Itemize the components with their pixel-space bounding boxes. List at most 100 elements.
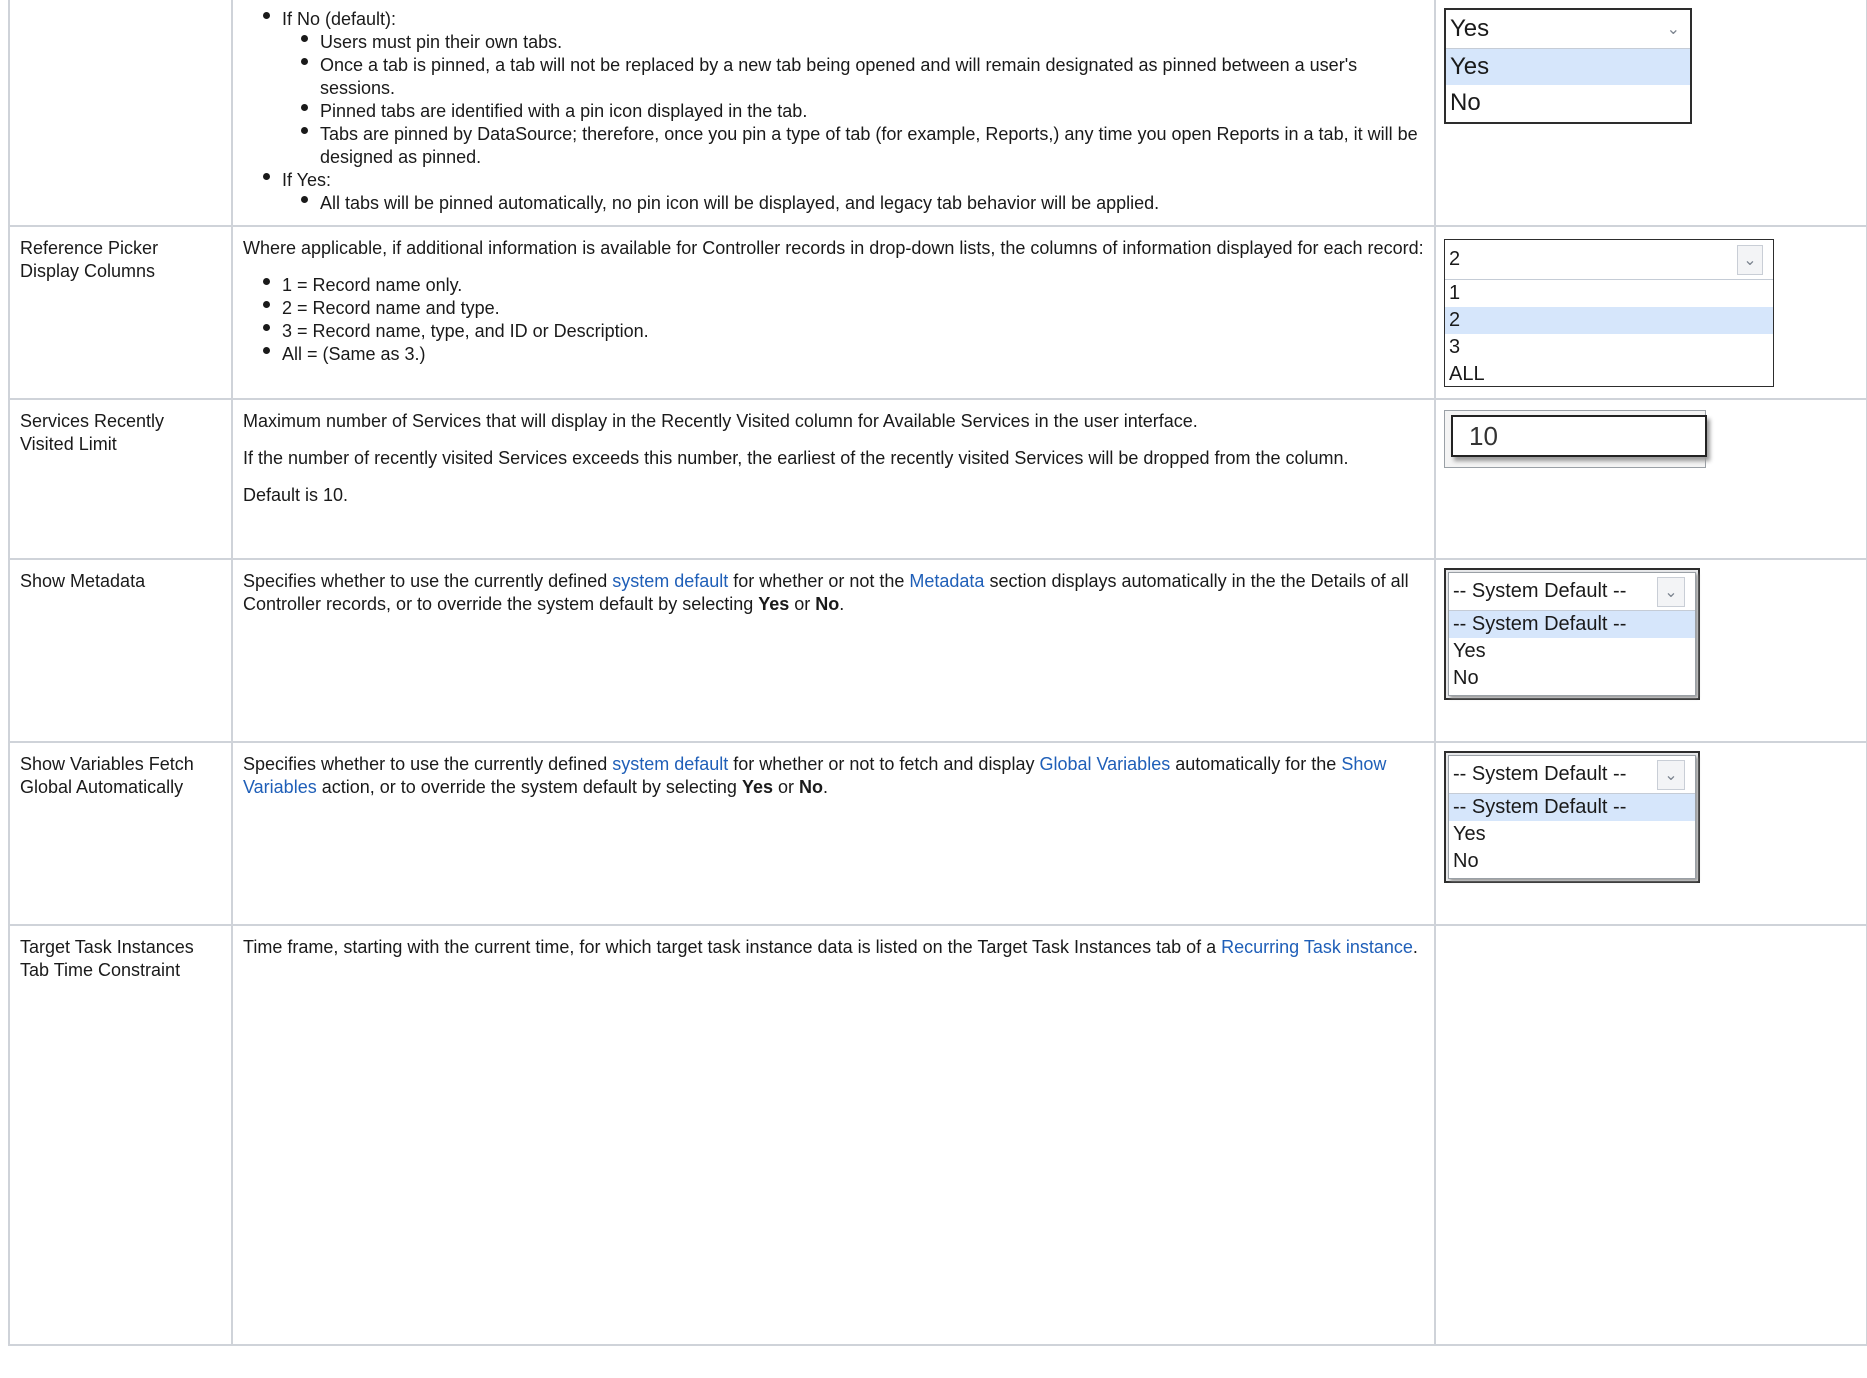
description-text: Default is 10. [243,485,349,505]
dropdown-option[interactable]: ALL [1445,361,1773,388]
dropdown-selected[interactable]: -- System Default -- ⌄ [1449,756,1695,794]
selected-value: Yes [1450,15,1490,42]
limit-input-image: 10 [1444,410,1707,468]
table-row: Reference Picker Display Columns Where a… [8,225,1867,400]
bold-text: Yes [741,777,773,797]
dropdown-option[interactable]: No [1449,665,1695,692]
chevron-down-icon: ⌄ [1657,576,1685,607]
table-row: Services Recently Visited Limit Maximum … [8,398,1867,560]
table-row: Show Metadata Specifies whether to use t… [8,558,1867,743]
property-description-cell: Time frame, starting with the current ti… [231,924,1436,1346]
list-item: Tabs are pinned by DataSource; therefore… [301,123,1424,169]
dropdown-selected[interactable]: -- System Default -- ⌄ [1449,573,1695,611]
dropdown-selected[interactable]: 2 ⌄ [1445,240,1773,280]
property-name-cell: Services Recently Visited Limit [8,398,233,560]
dropdown-selected[interactable]: Yes ⌄ [1446,10,1690,49]
chevron-down-icon: ⌄ [1657,759,1685,790]
property-description-cell: If No (default): Users must pin their ow… [231,0,1436,227]
list-item: All = (Same as 3.) [263,343,1424,366]
property-name: Target Task Instances Tab Time Constrain… [20,937,194,980]
display-columns-dropdown[interactable]: 2 ⌄ 1 2 3 ALL [1444,239,1774,387]
dropdown-option[interactable]: No [1449,848,1695,875]
text-run: or [789,594,816,614]
property-image-cell: Yes ⌄ Yes No [1434,0,1867,227]
list-item: Pinned tabs are identified with a pin ic… [301,100,1424,123]
system-default-link[interactable]: system default [612,571,728,591]
selected-value: -- System Default -- [1453,763,1627,785]
tabs-pinned-dropdown[interactable]: Yes ⌄ Yes No [1444,8,1692,124]
system-default-link[interactable]: system default [612,754,728,774]
property-name-cell: Show Metadata [8,558,233,743]
property-name: Reference Picker Display Columns [20,238,159,281]
selected-value: -- System Default -- [1453,580,1627,602]
text-run: for whether or not to fetch and display [728,754,1040,774]
dropdown-option[interactable]: 3 [1445,334,1773,361]
list-item: 2 = Record name and type. [263,297,1424,320]
dropdown-option[interactable]: Yes [1449,821,1695,848]
property-name: Show Metadata [20,571,146,591]
property-name-cell: Show Variables Fetch Global Automaticall… [8,741,233,926]
dropdown-option[interactable]: -- System Default -- [1449,611,1695,638]
text-run: Specifies whether to use the currently d… [243,754,613,774]
dropdown-option[interactable]: No [1446,85,1690,121]
property-name-cell: Target Task Instances Tab Time Constrain… [8,924,233,1346]
selected-value: 2 [1449,248,1461,270]
property-image-cell: 10 [1434,398,1867,560]
bold-text: No [815,594,840,614]
property-description-cell: Where applicable, if additional informat… [231,225,1436,400]
text-run: automatically for the [1170,754,1342,774]
text-run: or [772,777,799,797]
description-text: Specifies whether to use the currently d… [233,560,1434,626]
bullet-text: If No (default): [282,9,397,29]
chevron-down-icon: ⌄ [1666,21,1680,38]
property-name: Services Recently Visited Limit [20,411,165,454]
description-text: Specifies whether to use the currently d… [233,743,1434,809]
dropdown-option[interactable]: Yes [1446,49,1690,85]
text-run: for whether or not the [728,571,910,591]
list-item: 1 = Record name only. [263,274,1424,297]
text-run: . [839,594,845,614]
description-text: Where applicable, if additional informat… [243,238,1424,258]
dropdown-option[interactable]: 2 [1445,307,1773,334]
properties-table: If No (default): Users must pin their ow… [8,0,1867,1346]
dropdown-option[interactable]: 1 [1445,280,1773,307]
description-text: If the number of recently visited Servic… [243,448,1349,468]
metadata-link[interactable]: Metadata [909,571,984,591]
show-metadata-dropdown[interactable]: -- System Default -- ⌄ -- System Default… [1444,568,1700,700]
property-image-cell: -- System Default -- ⌄ -- System Default… [1434,558,1867,743]
bullet-text: If Yes: [282,170,332,190]
global-variables-link[interactable]: Global Variables [1039,754,1170,774]
property-image-cell: 2 ⌄ 1 2 3 ALL [1434,225,1867,400]
property-image-cell [1434,924,1867,1346]
description-text: Time frame, starting with the current ti… [233,926,1434,969]
table-row: Target Task Instances Tab Time Constrain… [8,924,1867,1346]
bold-text: No [799,777,823,797]
property-image-cell: -- System Default -- ⌄ -- System Default… [1434,741,1867,926]
list-item: Once a tab is pinned, a tab will not be … [301,54,1424,100]
list-item: All tabs will be pinned automatically, n… [301,192,1424,215]
show-variables-dropdown[interactable]: -- System Default -- ⌄ -- System Default… [1444,751,1700,883]
table-row: Show Variables Fetch Global Automaticall… [8,741,1867,926]
list-item: If No (default): Users must pin their ow… [263,8,1424,169]
description-text: Maximum number of Services that will dis… [243,411,1198,431]
dropdown-option[interactable]: Yes [1449,638,1695,665]
list-item: Users must pin their own tabs. [301,31,1424,54]
limit-input[interactable]: 10 [1451,415,1707,457]
text-run: Specifies whether to use the currently d… [243,571,613,591]
chevron-down-icon: ⌄ [1737,244,1763,275]
property-name-cell: Reference Picker Display Columns [8,225,233,400]
table-row: If No (default): Users must pin their ow… [8,0,1867,227]
recurring-task-instance-link[interactable]: Recurring Task instance [1221,937,1413,957]
dropdown-option[interactable]: -- System Default -- [1449,794,1695,821]
text-run: Time frame, starting with the current ti… [243,937,1222,957]
text-run: . [1412,937,1418,957]
text-run: action, or to override the system defaul… [316,777,742,797]
property-description-cell: Maximum number of Services that will dis… [231,398,1436,560]
text-run: . [823,777,829,797]
list-item: 3 = Record name, type, and ID or Descrip… [263,320,1424,343]
property-description-cell: Specifies whether to use the currently d… [231,741,1436,926]
bold-text: Yes [758,594,790,614]
property-name-cell [8,0,233,227]
property-description-cell: Specifies whether to use the currently d… [231,558,1436,743]
property-name: Show Variables Fetch Global Automaticall… [20,754,194,797]
